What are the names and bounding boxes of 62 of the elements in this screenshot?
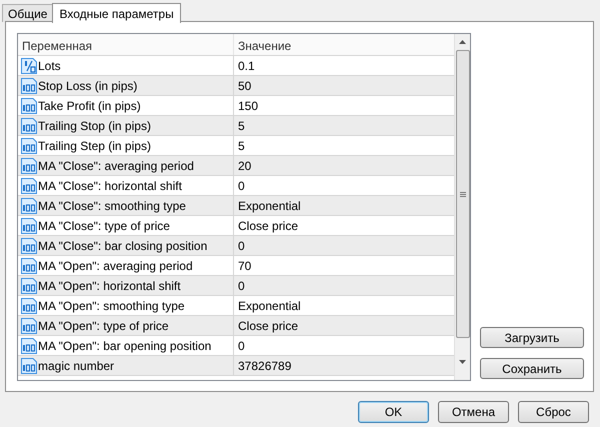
parameter-value: 0 bbox=[238, 178, 245, 194]
parameter-value: 5 bbox=[238, 118, 245, 134]
parameter-value: 70 bbox=[238, 258, 252, 274]
parameter-value: 5 bbox=[238, 138, 245, 154]
integer-type-icon bbox=[21, 158, 37, 174]
parameter-name: Take Profit (in pips) bbox=[38, 98, 141, 114]
scrollbar[interactable] bbox=[454, 34, 470, 380]
parameter-value: 0 bbox=[238, 278, 245, 294]
integer-type-icon bbox=[21, 198, 37, 214]
dialog-button[interactable]: Сброс bbox=[518, 401, 589, 423]
scroll-down-icon[interactable] bbox=[459, 360, 466, 364]
tab[interactable]: Входные параметры bbox=[52, 3, 181, 23]
integer-type-icon bbox=[21, 78, 37, 94]
grip-icon bbox=[460, 192, 466, 196]
parameter-name: MA "Close": averaging period bbox=[38, 158, 194, 174]
tab[interactable]: Общие bbox=[2, 4, 54, 22]
parameter-name: Stop Loss (in pips) bbox=[38, 78, 138, 94]
parameter-name: MA "Close": type of price bbox=[38, 218, 170, 234]
parameter-name: MA "Close": smoothing type bbox=[38, 198, 186, 214]
column-header[interactable]: Переменная bbox=[18, 34, 234, 55]
parameter-name: Trailing Step (in pips) bbox=[38, 138, 151, 154]
parameter-value: Close price bbox=[238, 318, 298, 334]
scroll-up-icon[interactable] bbox=[459, 40, 466, 44]
integer-type-icon bbox=[21, 298, 37, 314]
parameter-value: 37826789 bbox=[238, 358, 292, 374]
parameter-value: 0.1 bbox=[238, 58, 255, 74]
parameter-name: MA "Close": bar closing position bbox=[38, 238, 208, 254]
parameter-value: Exponential bbox=[238, 198, 301, 214]
parameter-value: 50 bbox=[238, 78, 252, 94]
parameter-value: 20 bbox=[238, 158, 252, 174]
parameter-name: MA "Open": horizontal shift bbox=[38, 278, 181, 294]
parameter-value: 150 bbox=[238, 98, 258, 114]
parameter-value: Close price bbox=[238, 218, 298, 234]
dialog-button[interactable]: Отмена bbox=[438, 401, 509, 423]
integer-type-icon bbox=[21, 238, 37, 254]
parameter-name: MA "Open": smoothing type bbox=[38, 298, 185, 314]
integer-type-icon bbox=[21, 138, 37, 154]
integer-type-icon bbox=[21, 118, 37, 134]
integer-type-icon bbox=[21, 318, 37, 334]
integer-type-icon bbox=[21, 178, 37, 194]
parameter-name: Lots bbox=[38, 58, 61, 74]
parameter-value: 0 bbox=[238, 338, 245, 354]
parameter-name: MA "Close": horizontal shift bbox=[38, 178, 182, 194]
fraction-type-icon bbox=[21, 58, 37, 74]
parameter-name: MA "Open": bar opening position bbox=[38, 338, 212, 354]
parameter-name: MA "Open": averaging period bbox=[38, 258, 193, 274]
side-button[interactable]: Сохранить bbox=[480, 358, 584, 379]
parameter-name: magic number bbox=[38, 358, 114, 374]
integer-type-icon bbox=[21, 338, 37, 354]
scroll-thumb[interactable] bbox=[456, 50, 470, 338]
parameter-value: Exponential bbox=[238, 298, 301, 314]
side-button[interactable]: Загрузить bbox=[480, 327, 584, 348]
integer-type-icon bbox=[21, 358, 37, 374]
dialog-button[interactable]: OK bbox=[358, 401, 429, 423]
parameter-name: Trailing Stop (in pips) bbox=[38, 118, 151, 134]
parameter-value: 0 bbox=[238, 238, 245, 254]
integer-type-icon bbox=[21, 278, 37, 294]
parameter-name: MA "Open": type of price bbox=[38, 318, 169, 334]
integer-type-icon bbox=[21, 258, 37, 274]
integer-type-icon bbox=[21, 98, 37, 114]
column-header[interactable]: Значение bbox=[234, 34, 454, 55]
integer-type-icon bbox=[21, 218, 37, 234]
